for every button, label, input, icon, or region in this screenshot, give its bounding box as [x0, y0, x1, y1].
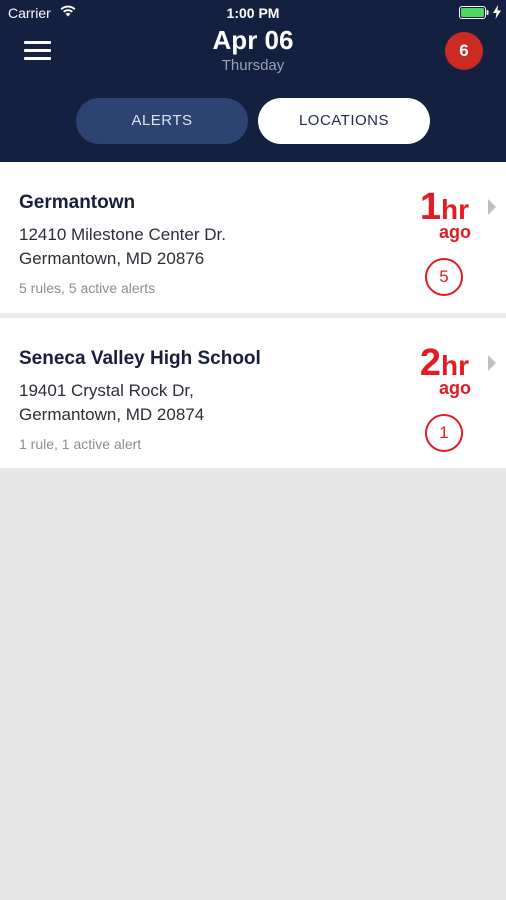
time-ago: ago — [438, 222, 471, 242]
alert-summary: 5 rules, 5 active alerts — [19, 280, 156, 296]
notification-badge[interactable]: 6 — [445, 32, 483, 70]
status-time: 1:00 PM — [226, 5, 280, 21]
alert-count-badge: 5 — [425, 258, 463, 296]
status-bar: Carrier 1:00 PM — [0, 0, 506, 26]
alert-summary: 1 rule, 1 active alert — [19, 436, 142, 452]
date-title: Apr 06 — [212, 25, 294, 55]
time-number: 2 — [419, 342, 441, 384]
alert-count-badge: 1 — [425, 414, 463, 452]
location-address: 12410 Milestone Center Dr. Germantown, M… — [19, 223, 226, 271]
address-line-1: 12410 Milestone Center Dr. — [19, 225, 226, 244]
location-name: Seneca Valley High School — [19, 348, 261, 369]
location-address: 19401 Crystal Rock Dr, Germantown, MD 20… — [19, 379, 204, 427]
time-number: 1 — [419, 186, 441, 228]
chevron-right-icon[interactable] — [487, 354, 497, 372]
time-unit: hr — [441, 194, 469, 225]
tab-locations[interactable]: LOCATIONS — [258, 98, 430, 144]
time-unit: hr — [441, 350, 469, 381]
chevron-right-icon[interactable] — [487, 198, 497, 216]
location-name: Germantown — [19, 192, 136, 213]
alert-card[interactable]: Germantown 12410 Milestone Center Dr. Ge… — [0, 162, 506, 313]
address-line-2: Germantown, MD 20874 — [19, 405, 205, 424]
tab-alerts[interactable]: ALERTS — [76, 98, 248, 144]
bolt-icon — [493, 5, 501, 19]
address-line-1: 19401 Crystal Rock Dr, — [19, 381, 194, 400]
alert-card[interactable]: Seneca Valley High School 19401 Crystal … — [0, 318, 506, 468]
time-ago: ago — [438, 378, 471, 398]
address-line-2: Germantown, MD 20876 — [19, 249, 205, 268]
header-bar: Carrier 1:00 PM Apr 06 Thursday 6 ALERTS… — [0, 0, 506, 162]
battery-icon — [459, 6, 489, 19]
day-subtitle: Thursday — [221, 57, 285, 74]
